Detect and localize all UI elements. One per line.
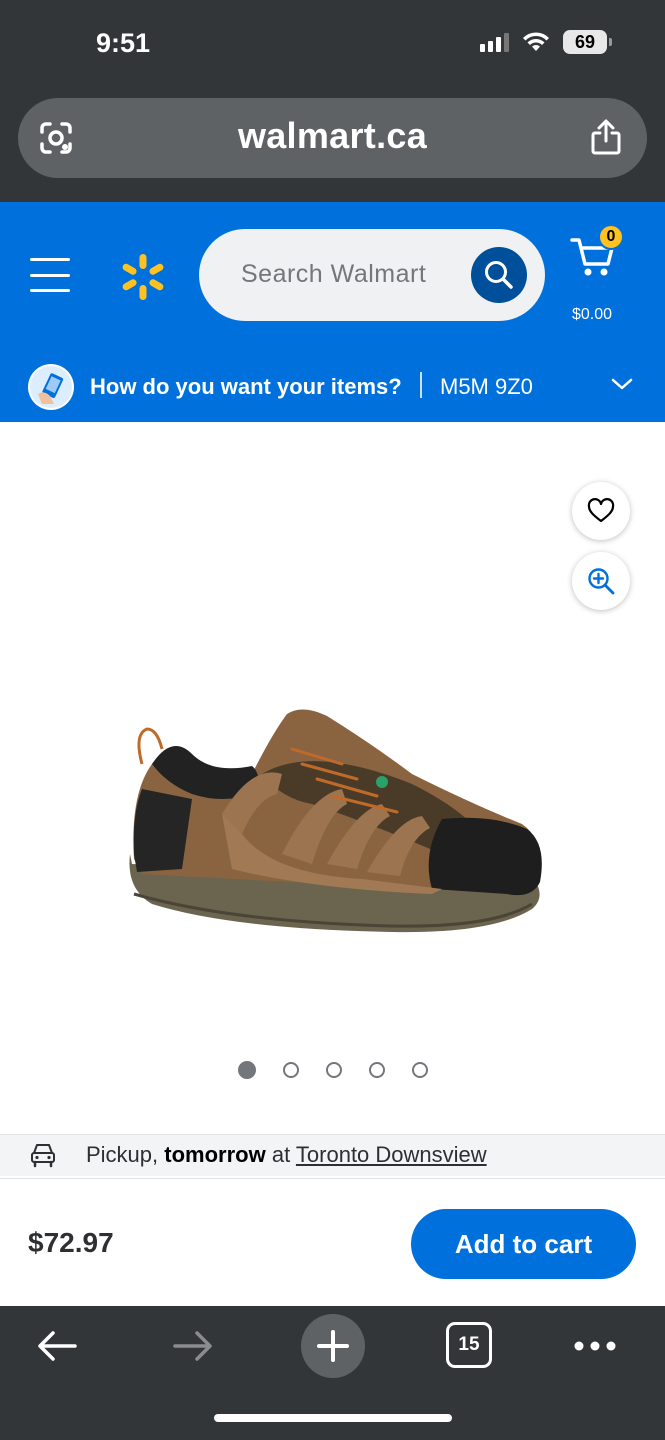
- fulfillment-question: How do you want your items?: [90, 374, 402, 399]
- plus-icon: [317, 1330, 349, 1362]
- pickup-at: at: [265, 1142, 296, 1167]
- store-link[interactable]: Toronto Downsview: [296, 1142, 487, 1167]
- buy-bar: $72.97 Add to cart: [0, 1178, 665, 1306]
- product-image-carousel[interactable]: [0, 422, 665, 1132]
- postal-code: M5M 9Z0: [440, 374, 533, 399]
- fulfillment-icon: [28, 364, 74, 410]
- car-icon: [31, 1144, 55, 1168]
- forward-button[interactable]: [170, 1324, 216, 1368]
- search-button[interactable]: [471, 247, 527, 303]
- forward-arrow-icon: [173, 1331, 212, 1361]
- carousel-dot[interactable]: [238, 1061, 256, 1079]
- tab-switcher-button[interactable]: 15: [446, 1322, 492, 1368]
- back-arrow-icon: [38, 1331, 77, 1361]
- carousel-pagination: [238, 1061, 428, 1079]
- search-icon: [485, 261, 513, 289]
- pickup-info: Pickup, tomorrow at Toronto Downsview: [0, 1134, 665, 1176]
- carousel-dot[interactable]: [283, 1062, 299, 1078]
- carousel-dot[interactable]: [412, 1062, 428, 1078]
- address-bar[interactable]: walmart.ca: [18, 98, 647, 178]
- product-price: $72.97: [28, 1227, 114, 1258]
- menu-icon[interactable]: [30, 258, 70, 292]
- carousel-dot[interactable]: [369, 1062, 385, 1078]
- new-tab-button[interactable]: [301, 1314, 365, 1378]
- more-menu-button[interactable]: [572, 1324, 618, 1368]
- share-icon[interactable]: [589, 118, 623, 156]
- search-input[interactable]: Search Walmart: [199, 229, 545, 321]
- wifi-icon: [523, 32, 549, 51]
- carousel-dot[interactable]: [326, 1062, 342, 1078]
- browser-top-bar: 9:51 69 walmart.ca: [0, 0, 665, 202]
- search-placeholder: Search Walmart: [241, 260, 427, 288]
- heart-icon: [587, 498, 615, 523]
- pickup-text: Pickup, tomorrow at Toronto Downsview: [86, 1142, 487, 1168]
- walmart-header: Search Walmart 0 $0.00 How do you want y…: [0, 202, 665, 422]
- cart-count-badge: 0: [598, 224, 624, 250]
- cellular-signal-icon: [480, 32, 509, 52]
- product-image-shoe: [129, 709, 542, 933]
- walmart-spark-logo[interactable]: [118, 252, 168, 302]
- favorite-button[interactable]: [572, 482, 630, 540]
- pickup-prefix: Pickup,: [86, 1142, 165, 1167]
- zoom-in-icon: [588, 568, 615, 595]
- cart-total: $0.00: [572, 306, 613, 323]
- more-dots-icon: [574, 1341, 616, 1351]
- status-icons: 69: [480, 30, 612, 54]
- cart-button[interactable]: 0 $0.00: [566, 224, 636, 323]
- home-indicator: [214, 1414, 452, 1422]
- zoom-button[interactable]: [572, 552, 630, 610]
- browser-toolbar: 15: [0, 1306, 665, 1440]
- battery-indicator: 69: [563, 30, 612, 54]
- status-time: 9:51: [96, 28, 151, 58]
- fulfillment-selector[interactable]: How do you want your items? M5M 9Z0: [0, 346, 665, 422]
- add-to-cart-button[interactable]: Add to cart: [411, 1209, 636, 1279]
- chevron-down-icon: [611, 378, 633, 390]
- back-button[interactable]: [34, 1324, 80, 1368]
- url-text: walmart.ca: [237, 115, 428, 156]
- pickup-when: tomorrow: [164, 1142, 266, 1167]
- divider: [420, 372, 422, 398]
